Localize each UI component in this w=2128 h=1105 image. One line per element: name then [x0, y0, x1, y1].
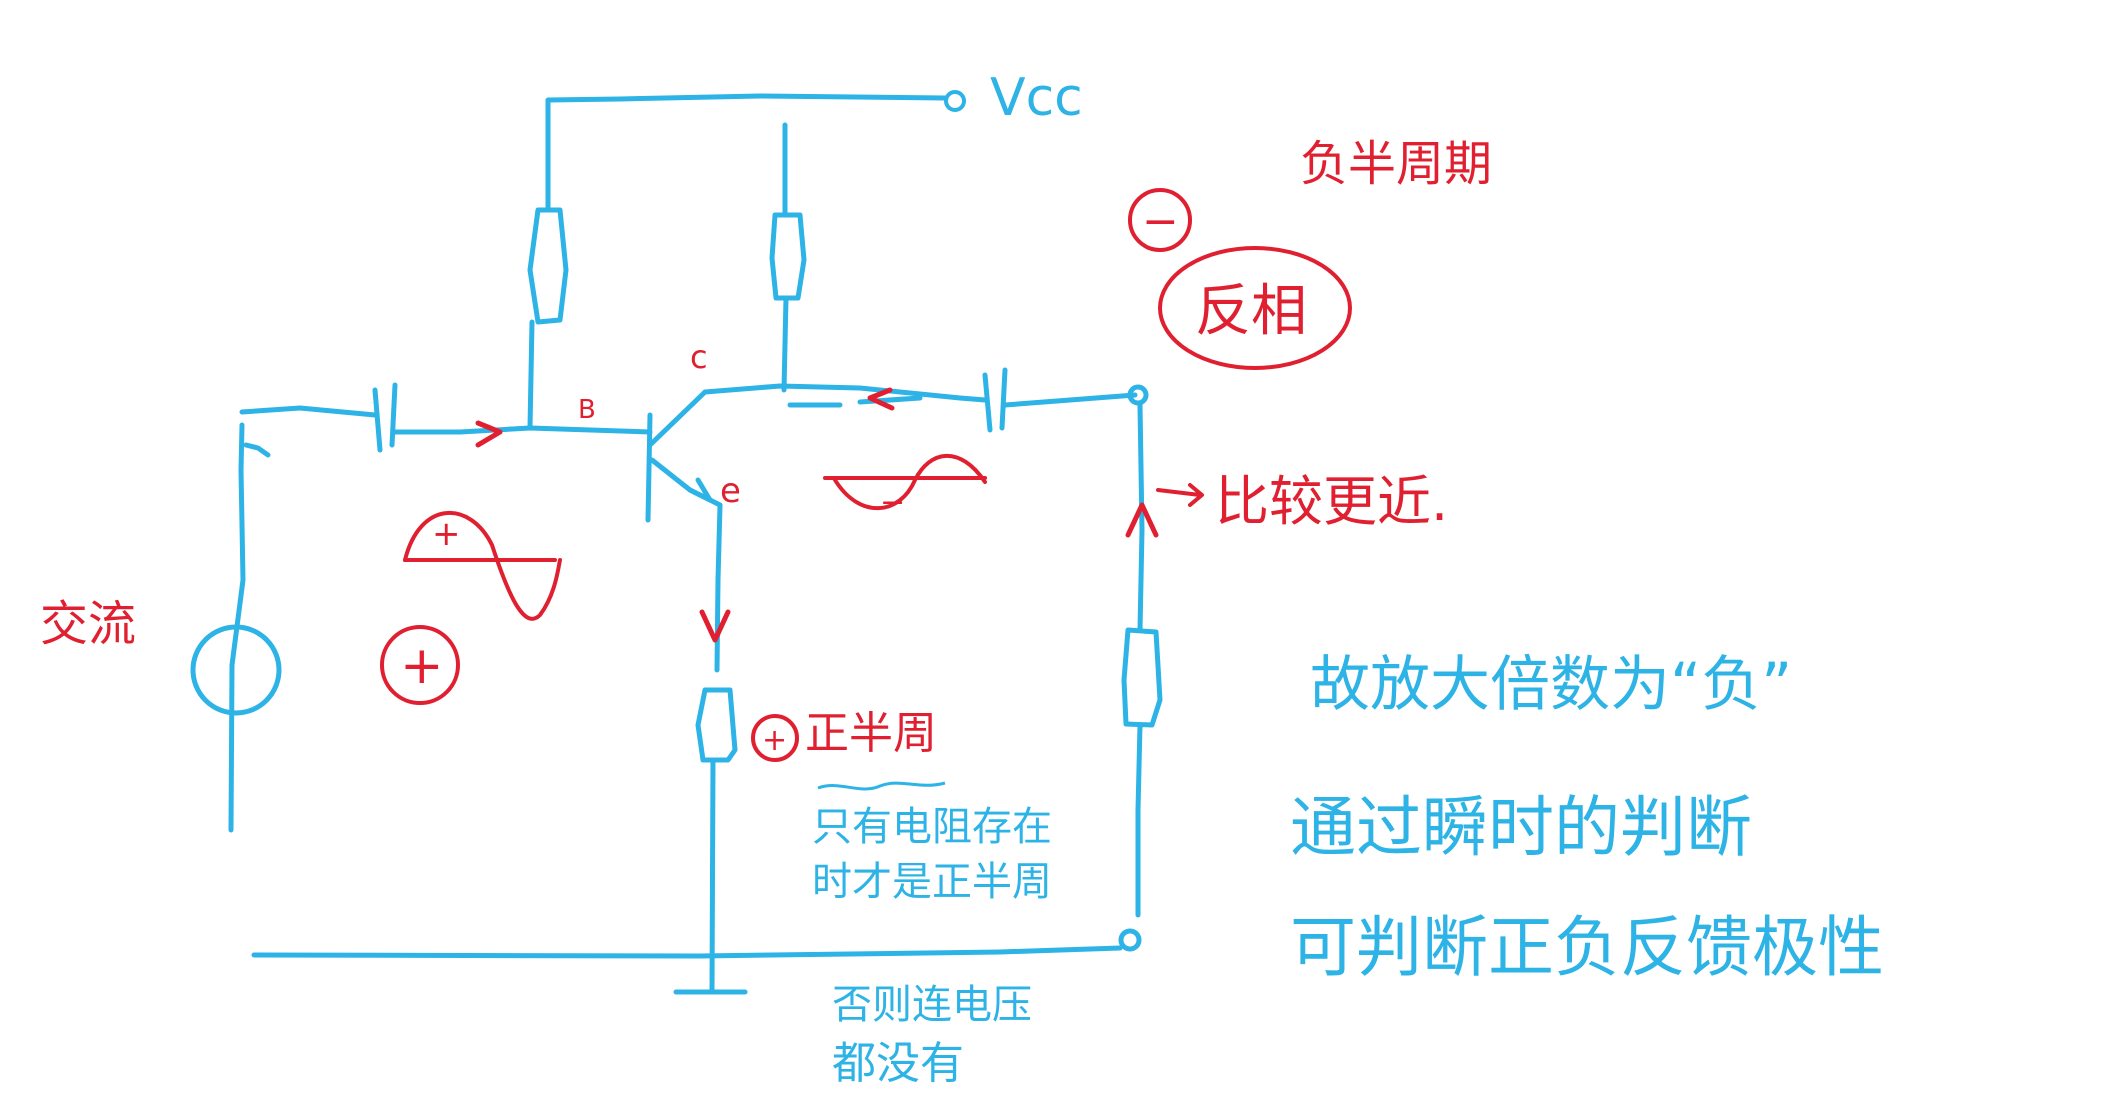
output-wave-minus: −	[880, 485, 905, 520]
rc-lower-wire	[781, 295, 789, 393]
ac-source-label: 交流	[40, 596, 136, 652]
annotation-shapes	[380, 188, 1352, 762]
underline-squiggle	[817, 781, 946, 791]
instant-judgement-note: 通过瞬时的判断	[1290, 789, 1752, 866]
input-return-wire	[243, 442, 271, 458]
compare-more-label: 比较更近.	[1215, 470, 1448, 533]
collector-dashes	[787, 395, 923, 408]
rc-resistor-icon	[769, 212, 807, 301]
annotation-arrow	[1156, 483, 1204, 507]
rb-lower-wire	[527, 319, 535, 431]
load-lower-wire	[1135, 722, 1143, 918]
output-negative-mark: −	[1142, 196, 1179, 247]
then-positive-note: 时才是正半周	[812, 859, 1052, 905]
circuit-diagram: Vcc B c e 交流 + + − − + 负半周期 反相 比较更近. 正半周…	[40, 68, 1884, 1089]
otherwise-note-line2: 都没有	[832, 1038, 964, 1089]
emitter-label: e	[720, 471, 741, 511]
emitter-arrow	[687, 477, 713, 503]
vcc-label: Vcc	[990, 68, 1083, 128]
output-terminal	[1127, 384, 1149, 406]
ground-rail	[251, 945, 1123, 959]
load-resistor-icon	[1121, 627, 1163, 728]
base-wire	[392, 425, 653, 435]
negative-half-cycle-label: 负半周期	[1300, 136, 1492, 192]
rb-resistor-icon	[527, 207, 569, 325]
output-capacitor-icon	[982, 367, 1008, 433]
input-current-arrow	[475, 420, 503, 448]
load-upper-wire	[1137, 402, 1145, 633]
circuit-wiring	[190, 90, 1163, 995]
output-wire	[1002, 392, 1138, 408]
input-capacitor-icon	[372, 382, 398, 453]
vcc-terminal	[944, 90, 966, 112]
inverted-phase-label: 反相	[1195, 279, 1307, 344]
re-resistor-icon	[695, 687, 738, 763]
only-with-resistor-note: 只有电阻存在	[812, 804, 1052, 850]
vcc-rail	[545, 93, 948, 111]
emitter-wire	[714, 502, 723, 673]
emitter-positive-mark: +	[762, 723, 787, 758]
otherwise-note-line1: 否则连电压	[832, 982, 1032, 1028]
gain-negative-note: 故放大倍数为“负”	[1310, 650, 1792, 720]
input-sine-wave	[403, 510, 562, 621]
output-sine-wave	[833, 453, 987, 511]
positive-half-cycle-label: 正半周	[805, 708, 937, 759]
input-positive-mark: +	[400, 636, 444, 696]
collector-label: c	[690, 338, 708, 376]
input-wave-plus: +	[432, 514, 461, 554]
collector-wire	[702, 383, 988, 403]
input-top-wire	[239, 405, 378, 418]
base-label: B	[578, 395, 596, 425]
judge-feedback-note: 可判断正负反馈极性	[1290, 909, 1884, 986]
load-terminal	[1118, 928, 1142, 952]
